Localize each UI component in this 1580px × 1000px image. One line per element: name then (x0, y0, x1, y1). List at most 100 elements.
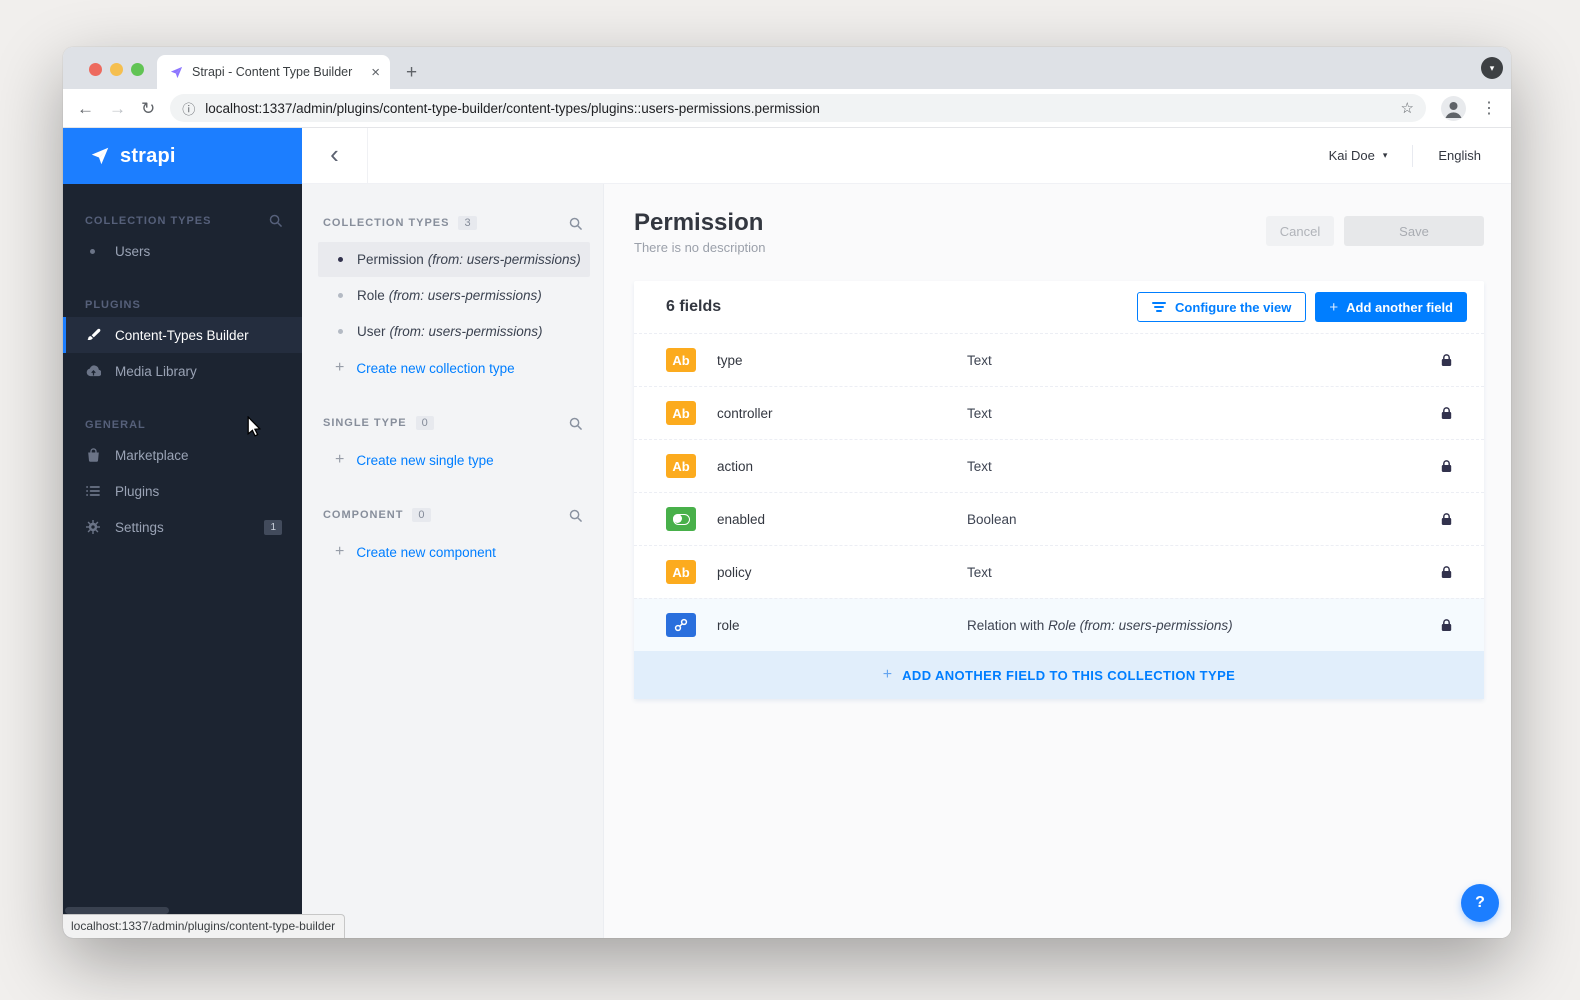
lock-icon (1440, 513, 1452, 526)
add-another-field-button[interactable]: + Add another field (1315, 292, 1467, 322)
subnav-single-type: SINGLE TYPE 0 + Create new single type (302, 416, 604, 478)
language-selector[interactable]: English (1438, 148, 1481, 163)
section-label: COLLECTION TYPES (85, 215, 211, 227)
reload-icon[interactable]: ↻ (141, 100, 155, 117)
plus-icon: + (883, 666, 892, 684)
app-header: ‹ Kai Doe ▾ English (302, 128, 1511, 184)
sidebar-item-media-library[interactable]: Media Library (63, 353, 302, 389)
right-area: ‹ Kai Doe ▾ English COLLECTION TYPES 3 (302, 128, 1511, 938)
browser-tab[interactable]: Strapi - Content Type Builder × (157, 55, 390, 89)
bullet-icon (338, 329, 343, 334)
lock-icon (1440, 354, 1452, 367)
main-sidebar: strapi COLLECTION TYPES Users PLUGINS (63, 128, 302, 938)
subnav-item-user[interactable]: User(from: users-permissions) (318, 314, 590, 349)
search-icon[interactable] (569, 509, 582, 522)
user-menu[interactable]: Kai Doe ▾ (1329, 148, 1388, 163)
sidebar-item-content-types-builder[interactable]: Content-Types Builder (63, 317, 302, 353)
bullet-icon (338, 293, 343, 298)
boolean-field-icon (666, 507, 696, 531)
download-status-button[interactable]: ▾ (1481, 57, 1503, 79)
subnav-section-label: COLLECTION TYPES (323, 217, 449, 229)
sidebar-section-header: PLUGINS (63, 299, 302, 311)
sidebar-item-marketplace[interactable]: Marketplace (63, 437, 302, 473)
link-status-bar: localhost:1337/admin/plugins/content-typ… (63, 914, 345, 938)
back-button[interactable]: ‹ (302, 128, 368, 183)
field-name: action (717, 459, 967, 474)
sidebar-item-label: Plugins (115, 484, 159, 499)
sidebar-scrollbar[interactable] (65, 907, 169, 914)
add-field-banner[interactable]: + ADD ANOTHER FIELD TO THIS COLLECTION T… (634, 651, 1484, 699)
url-text[interactable]: localhost:1337/admin/plugins/content-typ… (205, 101, 1390, 116)
plus-icon: + (335, 452, 344, 468)
subnav-item-label: Permission(from: users-permissions) (357, 252, 581, 267)
subnav-item-role[interactable]: Role(from: users-permissions) (318, 278, 590, 313)
cancel-button[interactable]: Cancel (1266, 216, 1334, 246)
forward-icon[interactable]: → (109, 100, 126, 117)
create-component-link[interactable]: + Create new component (302, 534, 604, 570)
plus-icon: + (335, 544, 344, 560)
text-field-icon: Ab (666, 454, 696, 478)
address-bar[interactable]: ⓘ localhost:1337/admin/plugins/content-t… (170, 94, 1426, 122)
bookmark-star-icon[interactable]: ☆ (1401, 99, 1414, 117)
field-row-action[interactable]: Ab action Text (634, 439, 1484, 492)
sidebar-item-settings[interactable]: Settings 1 (63, 509, 302, 545)
field-row-enabled[interactable]: enabled Boolean (634, 492, 1484, 545)
search-icon[interactable] (569, 217, 582, 230)
new-tab-button[interactable]: + (406, 63, 417, 82)
banner-label: ADD ANOTHER FIELD TO THIS COLLECTION TYP… (902, 668, 1235, 683)
subnav-section-header: COMPONENT 0 (302, 508, 604, 522)
subnav-section-label: SINGLE TYPE (323, 417, 407, 429)
add-field-label: Add another field (1346, 300, 1453, 315)
sidebar-item-label: Marketplace (115, 448, 189, 463)
close-tab-icon[interactable]: × (371, 64, 380, 81)
configure-view-button[interactable]: Configure the view (1137, 292, 1306, 322)
help-button[interactable]: ? (1461, 884, 1499, 922)
close-window-button[interactable] (89, 63, 102, 76)
create-collection-type-link[interactable]: + Create new collection type (302, 350, 604, 386)
zoom-window-button[interactable] (131, 63, 144, 76)
sidebar-item-users[interactable]: Users (63, 233, 302, 269)
text-field-icon: Ab (666, 348, 696, 372)
field-row-type[interactable]: Ab type Text (634, 333, 1484, 386)
sidebar-section-header: COLLECTION TYPES (63, 214, 302, 227)
field-type: Text (967, 565, 1440, 580)
browser-menu-icon[interactable]: ⋮ (1481, 98, 1497, 118)
field-type: Text (967, 459, 1440, 474)
field-type: Relation with Role (from: users-permissi… (967, 618, 1440, 633)
profile-avatar-icon[interactable] (1441, 96, 1466, 121)
strapi-favicon (169, 65, 184, 80)
subnav-item-permission[interactable]: Permission(from: users-permissions) (318, 242, 590, 277)
search-icon[interactable] (269, 214, 282, 227)
field-type: Text (967, 406, 1440, 421)
back-icon[interactable]: ← (77, 100, 94, 117)
shopping-bag-icon (85, 448, 101, 462)
sidebar-item-plugins[interactable]: Plugins (63, 473, 302, 509)
sidebar-section-general: GENERAL Marketplace Plugins Settings 1 (63, 419, 302, 545)
lock-icon (1440, 566, 1452, 579)
plus-icon: + (1329, 299, 1338, 316)
save-button[interactable]: Save (1344, 216, 1484, 246)
subnav-section-header: COLLECTION TYPES 3 (302, 216, 604, 230)
sidebar-item-label: Users (115, 244, 150, 259)
lock-icon (1440, 407, 1452, 420)
field-row-controller[interactable]: Ab controller Text (634, 386, 1484, 439)
strapi-logo[interactable]: strapi (63, 128, 302, 184)
subnav-component: COMPONENT 0 + Create new component (302, 508, 604, 570)
field-name: role (717, 618, 967, 633)
browser-toolbar: ← → ↻ ⓘ localhost:1337/admin/plugins/con… (63, 89, 1511, 128)
browser-tab-strip: Strapi - Content Type Builder × + ▾ (63, 47, 1511, 89)
lock-icon (1440, 460, 1452, 473)
fields-count: 6 fields (666, 298, 721, 316)
field-type: Boolean (967, 512, 1440, 527)
info-icon[interactable]: ⓘ (182, 99, 195, 118)
minimize-window-button[interactable] (110, 63, 123, 76)
create-link-label: Create new component (356, 545, 496, 560)
search-icon[interactable] (569, 417, 582, 430)
count-badge: 0 (412, 508, 430, 522)
bullet-icon (338, 257, 343, 262)
subnav-section-label: COMPONENT (323, 509, 403, 521)
create-single-type-link[interactable]: + Create new single type (302, 442, 604, 478)
strapi-admin: strapi COLLECTION TYPES Users PLUGINS (63, 128, 1511, 938)
field-row-policy[interactable]: Ab policy Text (634, 545, 1484, 598)
field-row-role[interactable]: role Relation with Role (from: users-per… (634, 598, 1484, 651)
